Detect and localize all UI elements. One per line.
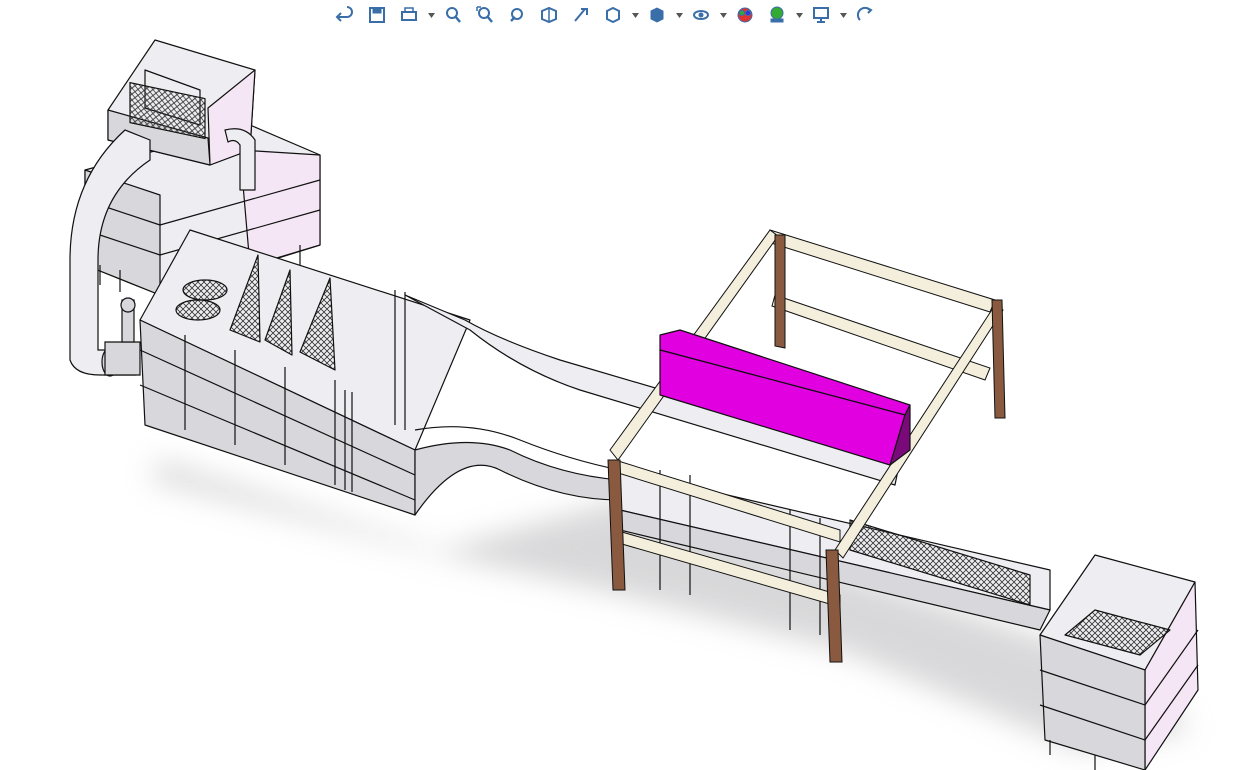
undo-icon bbox=[335, 6, 353, 22]
heads-up-view-toolbar bbox=[330, 2, 880, 28]
graphics-viewport[interactable] bbox=[0, 30, 1235, 770]
view-orientation-icon bbox=[606, 6, 620, 24]
view-orientation-button[interactable] bbox=[598, 2, 628, 28]
dynamic-annotation-button[interactable] bbox=[566, 2, 596, 28]
zoom-to-area-icon bbox=[476, 6, 493, 23]
undo-button[interactable] bbox=[330, 2, 360, 28]
chevron-down-icon[interactable] bbox=[674, 2, 684, 28]
zoom-to-area-button[interactable] bbox=[470, 2, 500, 28]
edit-appearance-icon bbox=[737, 7, 753, 23]
print-icon bbox=[401, 7, 417, 21]
save-icon bbox=[369, 7, 385, 23]
zoom-to-fit-button[interactable] bbox=[438, 2, 468, 28]
chevron-down-icon[interactable] bbox=[838, 2, 848, 28]
display-style-icon bbox=[650, 7, 664, 23]
dynamic-annotation-icon bbox=[574, 8, 588, 22]
chevron-down-icon[interactable] bbox=[426, 2, 436, 28]
save-button[interactable] bbox=[362, 2, 392, 28]
print-button[interactable] bbox=[394, 2, 424, 28]
chevron-down-icon[interactable] bbox=[718, 2, 728, 28]
outlet-tank[interactable] bbox=[1039, 554, 1199, 770]
section-view-button[interactable] bbox=[534, 2, 564, 28]
chevron-down-icon[interactable] bbox=[630, 2, 640, 28]
display-style-button[interactable] bbox=[642, 2, 672, 28]
previous-view-icon bbox=[510, 8, 523, 22]
apply-scene-button[interactable] bbox=[762, 2, 792, 28]
rotate-view-icon bbox=[856, 6, 873, 21]
section-view-icon bbox=[541, 6, 557, 24]
hide-show-items-button[interactable] bbox=[686, 2, 716, 28]
edit-appearance-button[interactable] bbox=[730, 2, 760, 28]
zoom-to-fit-icon bbox=[446, 7, 461, 23]
view-settings-button[interactable] bbox=[806, 2, 836, 28]
hide-show-items-icon bbox=[693, 10, 709, 20]
view-settings-icon bbox=[813, 7, 829, 23]
chevron-down-icon[interactable] bbox=[794, 2, 804, 28]
previous-view-button[interactable] bbox=[502, 2, 532, 28]
rotate-view-button[interactable] bbox=[850, 2, 880, 28]
apply-scene-icon bbox=[770, 6, 784, 23]
